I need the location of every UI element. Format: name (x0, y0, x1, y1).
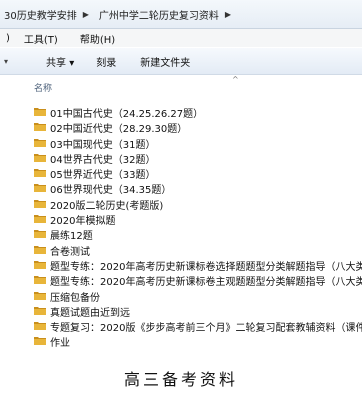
list-item[interactable]: 题型专练：2020年高考历史新课标卷选择题题型分类解题指导（八大类） (0, 257, 362, 273)
folder-name: 真题试题由近到远 (50, 307, 130, 319)
folder-icon (34, 321, 46, 331)
folder-name: 题型专练：2020年高考历史新课标卷选择题题型分类解题指导（八大类） (50, 261, 362, 273)
chevron-right-icon[interactable]: ▶ (225, 10, 231, 19)
folder-icon (34, 275, 46, 285)
menu-item-view-partial[interactable]: ) (6, 33, 10, 44)
list-item[interactable]: 合卷测试 (0, 242, 362, 258)
list-item[interactable]: 02中国近代史（28.29.30题） (0, 119, 362, 136)
file-list: 01中国古代史（24.25.26.27题） 02中国近代史（28.29.30题） 0… (0, 104, 362, 349)
folder-icon (34, 214, 46, 224)
list-item[interactable]: 01中国古代史（24.25.26.27题） (0, 104, 362, 120)
share-button[interactable]: 共享 ▾ (46, 54, 74, 69)
menu-bar: ) 工具(T) 帮助(H) (0, 29, 362, 47)
folder-name: 合卷测试 (50, 246, 90, 258)
dropdown-arrow-icon[interactable]: ▾ (4, 57, 8, 66)
list-item[interactable]: 作业 (0, 333, 362, 350)
folder-name: 专题复习：2020版《步步高考前三个月》二轮复习配套教辅资料（课件+讲 (50, 323, 362, 335)
list-item[interactable]: 题型专练：2020年高考历史新课标卷主观题题型分类解题指导（八大类） (0, 272, 362, 289)
folder-name: 压缩包备份 (50, 292, 100, 304)
explorer-window: 30历史教学安排 ▶ 广州中学二轮历史复习资料 ▶ ) 工具(T) 帮助(H) … (0, 0, 362, 356)
breadcrumb-segment[interactable]: 广州中学二轮历史复习资料 (99, 7, 219, 22)
folder-icon (34, 183, 46, 193)
column-header-name[interactable]: 名称 (34, 81, 52, 94)
folder-icon (34, 245, 46, 254)
list-item[interactable]: 04世界古代史（32题） (0, 150, 362, 166)
folder-icon (34, 107, 46, 116)
folder-name: 05世界近代史（33题） (50, 170, 156, 182)
folder-icon (34, 168, 46, 178)
folder-icon (34, 138, 46, 147)
folder-icon (34, 199, 46, 208)
folder-name: 04世界古代史（32题） (50, 154, 156, 166)
list-item[interactable]: 专题复习：2020版《步步高考前三个月》二轮复习配套教辅资料（课件+讲 (0, 318, 362, 335)
command-bar: ▾ 共享 ▾ 刻录 新建文件夹 (0, 48, 362, 75)
folder-name: 06世界现代史（34.35题） (50, 185, 172, 197)
list-item[interactable]: 06世界现代史（34.35题） (0, 180, 362, 197)
folder-icon (34, 291, 46, 300)
folder-icon (34, 336, 46, 346)
list-item[interactable]: 2020版二轮历史(考题版) (0, 196, 362, 212)
folder-icon (34, 229, 46, 239)
list-item[interactable]: 压缩包备份 (0, 288, 362, 304)
list-item[interactable]: 晨练12题 (0, 226, 362, 243)
burn-button[interactable]: 刻录 (96, 54, 116, 69)
folder-icon (34, 306, 46, 315)
folder-name: 2020版二轮历史(考题版) (50, 200, 164, 212)
folder-name: 03中国现代史（31题） (50, 139, 156, 151)
address-bar[interactable]: 30历史教学安排 ▶ 广州中学二轮历史复习资料 ▶ (0, 0, 362, 29)
folder-name: 晨练12题 (50, 231, 93, 243)
list-item[interactable]: 真题试题由近到远 (0, 303, 362, 319)
breadcrumb-segment[interactable]: 30历史教学安排 (4, 7, 77, 22)
menu-item-help[interactable]: 帮助(H) (80, 31, 115, 46)
folder-name: 02中国近代史（28.29.30题） (50, 124, 188, 136)
chevron-right-icon[interactable]: ▶ (83, 10, 89, 19)
folder-name: 题型专练：2020年高考历史新课标卷主观题题型分类解题指导（八大类） (50, 277, 362, 289)
column-header-row: 名称 ^ (0, 75, 362, 94)
menu-item-tools[interactable]: 工具(T) (24, 31, 58, 46)
list-item[interactable]: 2020年模拟题 (0, 211, 362, 228)
list-item[interactable]: 05世界近代史（33题） (0, 165, 362, 182)
folder-name: 01中国古代史（24.25.26.27题） (50, 109, 204, 120)
folder-name: 2020年模拟题 (50, 216, 116, 228)
new-folder-button[interactable]: 新建文件夹 (140, 54, 190, 69)
sort-caret-icon: ^ (232, 75, 239, 84)
folder-icon (34, 153, 46, 162)
folder-icon (34, 122, 46, 132)
list-item[interactable]: 03中国现代史（31题） (0, 135, 362, 151)
image-caption: 高三备考资料 (123, 370, 238, 389)
folder-icon (34, 260, 46, 269)
folder-name: 作业 (50, 338, 70, 350)
